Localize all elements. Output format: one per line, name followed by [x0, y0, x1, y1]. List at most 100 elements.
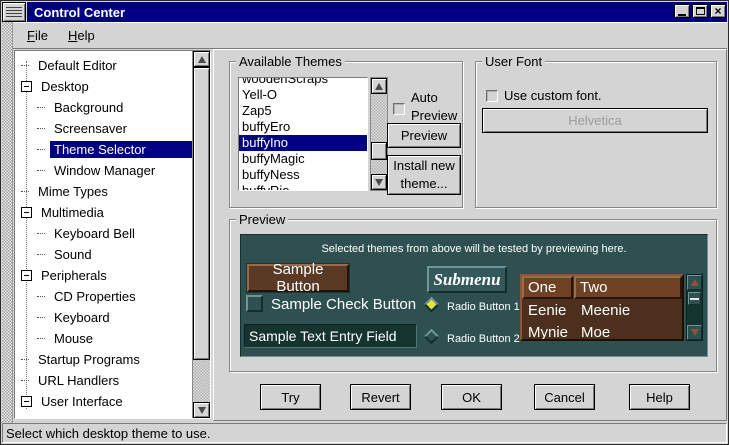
- auto-preview-label: Auto Preview: [411, 89, 469, 124]
- tree-leaf-icon: [37, 149, 45, 150]
- theme-item-selected[interactable]: buffyIno: [239, 135, 367, 151]
- theme-preview-area: Selected themes from above will be teste…: [240, 234, 708, 357]
- group-label: Available Themes: [236, 54, 345, 69]
- theme-item[interactable]: buffyRio: [239, 183, 367, 191]
- sidebar-item-mouse[interactable]: Mouse: [15, 328, 192, 349]
- auto-preview-checkbox[interactable]: [393, 103, 405, 115]
- sidebar-item-startup-programs[interactable]: Startup Programs: [15, 349, 192, 370]
- sample-checkbox[interactable]: [246, 295, 263, 312]
- try-button[interactable]: Try: [260, 384, 321, 410]
- window-menu-button[interactable]: [2, 2, 26, 22]
- tree-leaf-icon: [21, 380, 29, 381]
- tree-leaf-icon: [21, 359, 29, 360]
- scrollbar-thumb[interactable]: [371, 142, 387, 160]
- arrow-up-icon: [691, 279, 699, 286]
- theme-item[interactable]: woodenScraps: [239, 77, 367, 87]
- theme-item[interactable]: buffyNess: [239, 167, 367, 183]
- sample-text-entry[interactable]: Sample Text Entry Field: [244, 324, 417, 348]
- collapse-icon[interactable]: [21, 81, 32, 92]
- tree-leaf-icon: [37, 128, 45, 129]
- tree-leaf-icon: [37, 317, 45, 318]
- scrollbar-thumb[interactable]: [688, 292, 701, 305]
- sidebar-item-window-manager[interactable]: Window Manager: [15, 160, 192, 181]
- tree-leaf-icon: [21, 65, 29, 66]
- scroll-up-button[interactable]: [687, 275, 702, 290]
- window-title: Control Center: [34, 5, 125, 20]
- ok-button[interactable]: OK: [441, 384, 502, 410]
- list-row[interactable]: Mynie Moe: [522, 321, 682, 341]
- sidebar-item-peripherals[interactable]: Peripherals: [15, 265, 192, 286]
- scroll-down-button[interactable]: [687, 325, 702, 340]
- scroll-down-button[interactable]: [371, 174, 387, 190]
- status-bar: Select which desktop theme to use.: [2, 423, 727, 443]
- preview-group: Preview Selected themes from above will …: [229, 219, 717, 372]
- available-themes-group: Available Themes woodenScraps Yell-O Zap…: [229, 61, 463, 208]
- list-column-header[interactable]: One: [522, 276, 573, 299]
- minimize-icon: [678, 14, 686, 16]
- maximize-button[interactable]: [692, 4, 708, 18]
- tree-leaf-icon: [21, 191, 29, 192]
- scroll-up-button[interactable]: [371, 78, 387, 94]
- menu-help[interactable]: Help: [68, 28, 95, 43]
- window-menu-icon: [6, 7, 22, 17]
- sidebar-item-keyboard-bell[interactable]: Keyboard Bell: [15, 223, 192, 244]
- sample-radio-2-label: Radio Button 2: [447, 333, 520, 345]
- preview-caption: Selected themes from above will be teste…: [241, 243, 707, 255]
- tree-leaf-icon: [37, 107, 45, 108]
- close-icon: ×: [714, 5, 721, 17]
- sidebar-item-url-handlers[interactable]: URL Handlers: [15, 370, 192, 391]
- scrollbar-thumb[interactable]: [193, 67, 210, 360]
- sidebar-item-theme-selector[interactable]: Theme Selector: [15, 139, 192, 160]
- window-controls: ×: [674, 4, 726, 18]
- sample-submenu-item[interactable]: Submenu: [427, 266, 507, 293]
- sample-radio-1-label: Radio Button 1: [447, 301, 520, 313]
- sidebar-item-screensaver[interactable]: Screensaver: [15, 118, 192, 139]
- theme-item[interactable]: Yell-O: [239, 87, 367, 103]
- sample-list: One Two Eenie Meenie Mynie Moe: [520, 274, 684, 341]
- list-column-header[interactable]: Two: [574, 276, 682, 299]
- titlebar[interactable]: Control Center: [27, 2, 727, 22]
- collapse-icon[interactable]: [21, 270, 32, 281]
- menu-file[interactable]: File: [27, 28, 48, 43]
- use-custom-font-checkbox[interactable]: [486, 90, 498, 102]
- tree-leaf-icon: [37, 254, 45, 255]
- theme-item[interactable]: buffyMagic: [239, 151, 367, 167]
- sample-button[interactable]: Sample Button: [247, 264, 349, 292]
- sidebar-item-multimedia[interactable]: Multimedia: [15, 202, 192, 223]
- collapse-icon[interactable]: [21, 207, 32, 218]
- sidebar-item-cd-properties[interactable]: CD Properties: [15, 286, 192, 307]
- list-row[interactable]: Eenie Meenie: [522, 299, 682, 321]
- sidebar-item-desktop[interactable]: Desktop: [15, 76, 192, 97]
- tree-leaf-icon: [37, 338, 45, 339]
- sidebar-item-sound[interactable]: Sound: [15, 244, 192, 265]
- sidebar-item-keyboard[interactable]: Keyboard: [15, 307, 192, 328]
- revert-button[interactable]: Revert: [350, 384, 411, 410]
- sidebar-item-user-interface[interactable]: User Interface: [15, 391, 192, 412]
- close-button[interactable]: ×: [710, 4, 726, 18]
- tree-leaf-icon: [37, 170, 45, 171]
- sidebar-item-default-editor[interactable]: Default Editor: [15, 55, 192, 76]
- sample-list-scrollbar[interactable]: [686, 274, 703, 341]
- sidebar-item-mime-types[interactable]: Mime Types: [15, 181, 192, 202]
- scroll-down-button[interactable]: [193, 402, 210, 418]
- settings-panel: Available Themes woodenScraps Yell-O Zap…: [213, 49, 727, 421]
- sample-radio-2[interactable]: [424, 329, 440, 345]
- install-new-theme-button[interactable]: Install new theme...: [387, 155, 461, 195]
- control-center-window: Control Center × File Help Default Edito…: [0, 0, 729, 445]
- sample-radio-1[interactable]: [424, 297, 440, 313]
- theme-item[interactable]: buffyEro: [239, 119, 367, 135]
- scroll-up-button[interactable]: [193, 51, 210, 67]
- theme-list-scrollbar[interactable]: [370, 77, 388, 191]
- theme-item[interactable]: Zap5: [239, 103, 367, 119]
- sidebar-scrollbar[interactable]: [192, 51, 210, 418]
- help-button[interactable]: Help: [629, 384, 690, 410]
- sidebar-item-background[interactable]: Background: [15, 97, 192, 118]
- arrow-down-icon: [691, 329, 699, 336]
- cancel-button[interactable]: Cancel: [534, 384, 595, 410]
- collapse-icon[interactable]: [21, 396, 32, 407]
- preview-button[interactable]: Preview: [387, 123, 461, 148]
- minimize-button[interactable]: [674, 4, 690, 18]
- sample-checkbox-label: Sample Check Button: [271, 296, 416, 313]
- arrow-up-icon: [375, 83, 383, 90]
- sidebar-tree: Default Editor Desktop Background Screen…: [15, 51, 192, 418]
